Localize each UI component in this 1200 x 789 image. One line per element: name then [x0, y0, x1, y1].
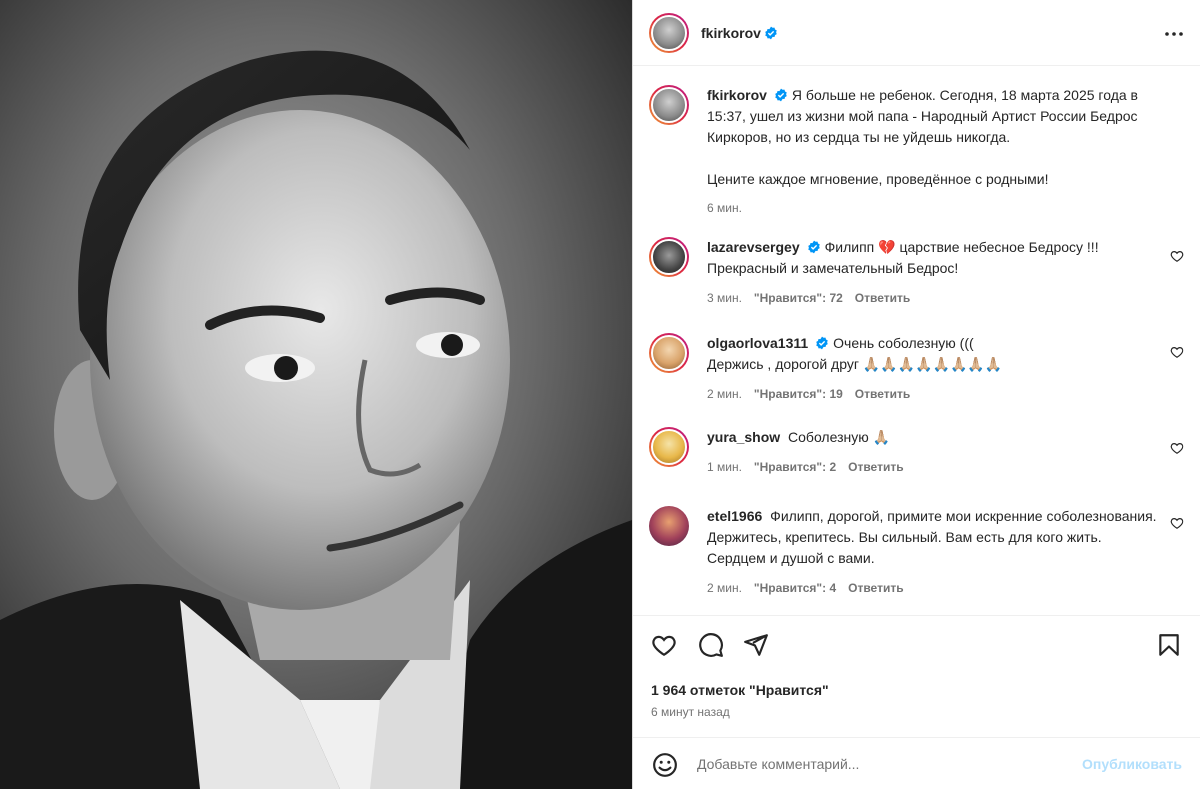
comment-text-2: Держись , дорогой друг — [707, 356, 859, 372]
more-horizontal-icon[interactable] — [1162, 22, 1186, 46]
caption-text: Я больше не ребенок. Сегодня, 18 марта 2… — [707, 87, 1138, 145]
caption-time[interactable]: 6 мин. — [707, 198, 742, 219]
commenter-avatar[interactable] — [649, 333, 689, 373]
commenter-avatar[interactable] — [649, 427, 689, 467]
comment-author[interactable]: yura_show — [707, 429, 780, 445]
post-likes-count[interactable]: 1 964 отметок "Нравится" — [651, 682, 829, 698]
commenter-avatar[interactable] — [649, 237, 689, 277]
verified-badge-icon — [816, 336, 828, 350]
like-comment-heart-icon[interactable] — [1170, 249, 1184, 263]
verified-badge-icon — [807, 240, 820, 254]
comment-bubble-icon[interactable] — [698, 632, 724, 658]
comment-item: lazarevsergey Филипп 💔 царствие небесное… — [649, 237, 1184, 309]
comment-likes-count[interactable]: "Нравится": 2 — [754, 457, 836, 478]
reply-button[interactable]: Ответить — [855, 288, 910, 309]
comment-time[interactable]: 2 мин. — [707, 578, 742, 599]
comment-time[interactable]: 3 мин. — [707, 288, 742, 309]
post-actions: 1 964 отметок "Нравится" 6 минут назад — [633, 615, 1200, 755]
comment-item: olgaorlova1311 Очень соболезную ((( Держ… — [649, 333, 1184, 405]
caption-author-username[interactable]: fkirkorov — [707, 87, 767, 103]
comment-author[interactable]: etel1966 — [707, 508, 762, 524]
post-caption: fkirkorov Я больше не ребенок. Сегодня, … — [649, 85, 1184, 219]
publish-button[interactable]: Опубликовать — [1082, 756, 1182, 772]
comment-likes-count[interactable]: "Нравится": 4 — [754, 578, 836, 599]
praying-hands-emoji: 🙏🏼🙏🏼🙏🏼🙏🏼🙏🏼🙏🏼🙏🏼🙏🏼 — [862, 356, 1003, 372]
comment-input[interactable] — [697, 751, 1057, 777]
comment-text: Филипп, дорогой, примите мои искренние с… — [707, 508, 1157, 566]
post-side-panel: fkirkorov fkirkorov Я больше не ребенок.… — [632, 0, 1200, 789]
comments-list[interactable]: fkirkorov Я больше не ребенок. Сегодня, … — [633, 67, 1200, 615]
verified-badge-icon — [765, 26, 777, 39]
caption-text-2: Цените каждое мгновение, проведённое с р… — [707, 171, 1049, 187]
comment-text: Соболезную — [788, 429, 869, 445]
comment-item: etel1966 Филипп, дорогой, примите мои ис… — [649, 506, 1184, 599]
comment-author[interactable]: lazarevsergey — [707, 239, 800, 255]
commenter-avatar[interactable] — [649, 506, 689, 546]
reply-button[interactable]: Ответить — [848, 457, 903, 478]
author-username[interactable]: fkirkorov — [701, 25, 761, 41]
portrait-image — [0, 0, 632, 789]
add-comment-bar: Опубликовать — [633, 737, 1200, 789]
comment-likes-count[interactable]: "Нравится": 19 — [754, 384, 843, 405]
comment-time[interactable]: 2 мин. — [707, 384, 742, 405]
save-bookmark-icon[interactable] — [1156, 632, 1182, 658]
reply-button[interactable]: Ответить — [848, 578, 903, 599]
comment-author[interactable]: olgaorlova1311 — [707, 335, 808, 351]
comment-time[interactable]: 1 мин. — [707, 457, 742, 478]
post-time-ago: 6 минут назад — [651, 705, 730, 719]
comment-text: Филипп — [824, 239, 875, 255]
like-comment-heart-icon[interactable] — [1170, 516, 1184, 530]
comment-item: yura_show Соболезную 🙏🏼 1 мин. "Нравится… — [649, 427, 1184, 478]
like-heart-icon[interactable] — [651, 632, 677, 658]
verified-badge-icon — [775, 88, 787, 102]
like-comment-heart-icon[interactable] — [1170, 345, 1184, 359]
author-avatar[interactable] — [649, 12, 689, 53]
caption-author-avatar[interactable] — [649, 85, 689, 125]
emoji-smiley-icon[interactable] — [652, 752, 678, 778]
broken-heart-emoji: 💔 — [878, 239, 896, 255]
post-photo[interactable] — [0, 0, 632, 789]
post-header: fkirkorov — [633, 0, 1200, 66]
praying-hands-emoji: 🙏🏼 — [872, 429, 891, 445]
reply-button[interactable]: Ответить — [855, 384, 910, 405]
like-comment-heart-icon[interactable] — [1170, 441, 1184, 455]
share-send-icon[interactable] — [743, 632, 769, 658]
comment-text: Очень соболезную ((( — [833, 335, 974, 351]
comment-likes-count[interactable]: "Нравится": 72 — [754, 288, 843, 309]
